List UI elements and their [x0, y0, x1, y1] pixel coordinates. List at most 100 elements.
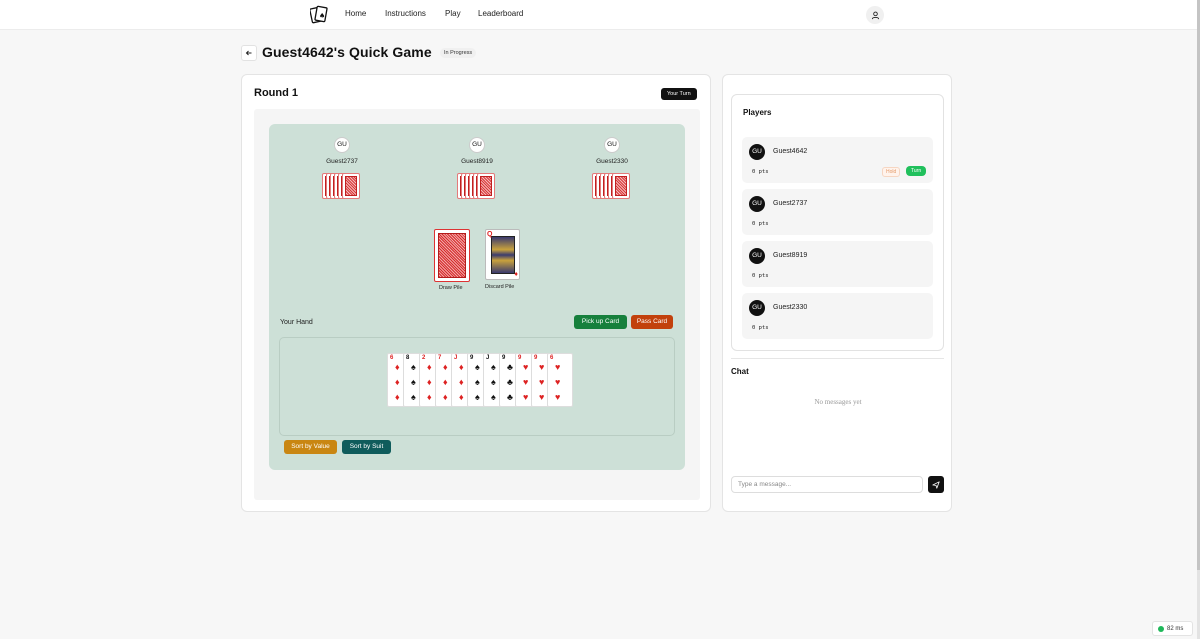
card-suit-pip: ♣	[507, 377, 513, 387]
card-rank: 7	[438, 355, 442, 361]
game-table: GU Guest2737 GU Guest8919 GU Guest2330 D…	[269, 124, 685, 470]
card-rank: 9	[470, 355, 474, 361]
card-suit-pip: ♦	[443, 377, 448, 387]
player-avatar: GU	[749, 248, 765, 264]
players-panel: Players GU Guest4642 0 pts Hold Turn GU …	[731, 94, 944, 351]
hold-badge: Hold	[882, 167, 901, 177]
opponent-seat: GU Guest2737	[312, 137, 372, 200]
card-suit-pip: ♠	[475, 362, 480, 372]
player-points: 0 pts	[752, 169, 769, 175]
svg-text:♠: ♠	[319, 12, 325, 20]
nav-instructions[interactable]: Instructions	[385, 9, 426, 18]
user-profile-button[interactable]	[866, 6, 884, 24]
card-suit-pip: ♦	[395, 377, 400, 387]
chat-message-input[interactable]	[731, 476, 923, 493]
hand-card[interactable]: 6 ♥ ♥ ♥	[547, 353, 573, 407]
send-message-button[interactable]	[928, 476, 944, 493]
player-name: Guest8919	[773, 252, 808, 259]
opponent-seat: GU Guest2330	[582, 137, 642, 200]
discard-pile[interactable]: Q ♦	[485, 229, 520, 280]
your-hand-label: Your Hand	[280, 319, 313, 326]
arrow-left-icon	[245, 50, 252, 56]
card-rank: 6	[390, 355, 394, 361]
player-avatar: GU	[749, 144, 765, 160]
nav-play[interactable]: Play	[445, 9, 461, 18]
card-suit-pip: ♠	[475, 392, 480, 402]
opponent-name: Guest2330	[596, 158, 628, 165]
card-suit-pip: ♥	[523, 392, 529, 402]
send-icon	[932, 480, 940, 489]
opponent-avatar: GU	[469, 137, 485, 153]
opponent-avatar: GU	[604, 137, 620, 153]
card-suit-pip: ♣	[507, 362, 513, 372]
chat-divider	[731, 358, 944, 359]
your-turn-badge: Your Turn	[661, 88, 697, 100]
user-icon	[871, 11, 879, 19]
card-suit-pip: ♥	[539, 392, 545, 402]
card-rank: J	[486, 355, 490, 361]
card-suit-pip: ♥	[555, 362, 561, 372]
card-back	[342, 173, 360, 199]
round-title: Round 1	[254, 87, 298, 99]
card-suit-pip: ♦	[427, 392, 432, 402]
card-suit-pip: ♠	[411, 392, 416, 402]
side-panel: Players GU Guest4642 0 pts Hold Turn GU …	[722, 74, 952, 512]
card-suit-pip: ♦	[395, 362, 400, 372]
card-suit-pip: ♥	[523, 362, 529, 372]
pick-up-card-button[interactable]: Pick up Card	[574, 315, 627, 329]
card-suit-pip: ♥	[555, 377, 561, 387]
discard-pile-label: Discard Pile	[485, 284, 515, 290]
card-suit-pip: ♦	[427, 377, 432, 387]
hand-area: 6 ♦ ♦ ♦ 8 ♠ ♠ ♠ 2 ♦ ♦ ♦ 7 ♦ ♦ ♦ J ♦ ♦ ♦ 9 ♠ ♠ ♠ J ♠ ♠ ♠ 9 ♣ ♣ ♣ 9 ♥ ♥ ♥ 9 ♥ ♥ ♥…	[279, 337, 675, 436]
card-rank: 2	[422, 355, 426, 361]
card-rank: 9	[518, 355, 522, 361]
discard-rank: Q	[487, 231, 493, 238]
opponent-name: Guest8919	[461, 158, 493, 165]
card-suit-pip: ♥	[539, 377, 545, 387]
latency-indicator: 82 ms	[1152, 621, 1193, 636]
card-suit-pip: ♣	[507, 392, 513, 402]
card-rank: 8	[406, 355, 410, 361]
card-suit-pip: ♦	[459, 392, 464, 402]
player-points: 0 pts	[752, 221, 769, 227]
draw-pile-label: Draw Pile	[439, 285, 463, 291]
player-points: 0 pts	[752, 325, 769, 331]
sort-by-suit-button[interactable]: Sort by Suit	[342, 440, 391, 454]
card-suit-pip: ♠	[491, 362, 496, 372]
draw-pile[interactable]	[434, 229, 470, 282]
players-title: Players	[743, 108, 772, 117]
chat-empty-state: No messages yet	[814, 398, 862, 406]
opponent-seat: GU Guest8919	[447, 137, 507, 200]
card-rank: 9	[534, 355, 538, 361]
player-name: Guest2737	[773, 200, 808, 207]
player-points: 0 pts	[752, 273, 769, 279]
card-back	[612, 173, 630, 199]
sort-by-value-button[interactable]: Sort by Value	[284, 440, 337, 454]
turn-badge: Turn	[906, 166, 927, 176]
card-rank: 9	[502, 355, 506, 361]
chat-title: Chat	[731, 367, 749, 376]
nav-leaderboard[interactable]: Leaderboard	[478, 9, 523, 18]
opponent-avatar: GU	[334, 137, 350, 153]
pass-card-button[interactable]: Pass Card	[631, 315, 673, 329]
card-suit-pip: ♦	[427, 362, 432, 372]
discard-suit: ♦	[514, 271, 518, 278]
player-row: GU Guest4642 0 pts Hold Turn	[742, 137, 933, 183]
card-suit-pip: ♦	[459, 377, 464, 387]
opponent-hand	[322, 173, 362, 200]
card-rank: J	[454, 355, 458, 361]
nav-home[interactable]: Home	[345, 9, 366, 18]
card-suit-pip: ♠	[411, 362, 416, 372]
page-title: Guest4642's Quick Game	[262, 44, 432, 60]
player-avatar: GU	[749, 300, 765, 316]
game-status-badge: In Progress	[440, 48, 477, 58]
opponent-hand	[592, 173, 632, 200]
cards-logo-icon[interactable]: ♠	[309, 5, 328, 24]
back-button[interactable]	[241, 45, 257, 61]
connection-status-dot	[1158, 625, 1164, 632]
card-rank: 6	[550, 355, 554, 361]
queen-face-art	[491, 236, 515, 274]
card-suit-pip: ♥	[523, 377, 529, 387]
card-suit-pip: ♥	[539, 362, 545, 372]
game-panel: Round 1 Your Turn GU Guest2737 GU Guest8…	[241, 74, 711, 512]
